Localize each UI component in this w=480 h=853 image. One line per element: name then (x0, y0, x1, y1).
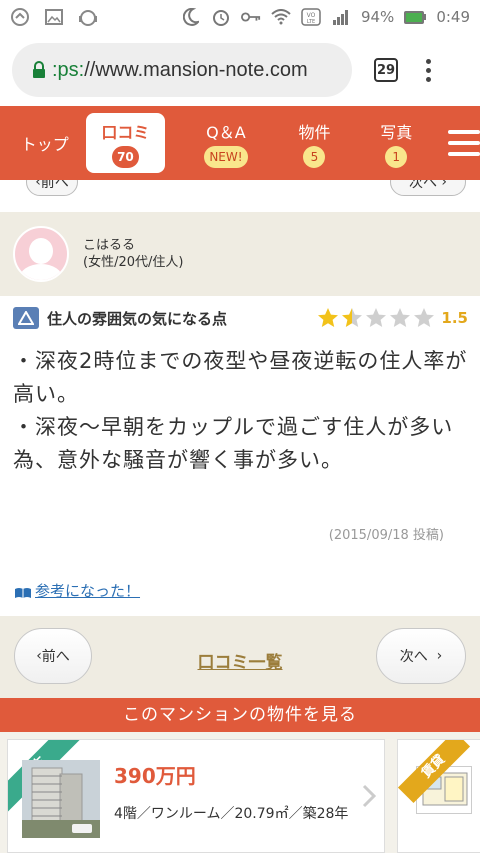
reviewer-name: こはるる (83, 238, 136, 253)
bukken-card[interactable]: 賃貸 (397, 739, 480, 853)
helpful-link[interactable]: 参考になった！ (14, 580, 140, 601)
nav-bukken[interactable]: 物件 5 (277, 113, 353, 173)
triangle-icon (13, 307, 39, 329)
avatar (13, 226, 69, 282)
post-date: (2015/09/18 投稿) (328, 528, 444, 543)
building-photo (22, 760, 100, 838)
bukken-carousel: 中古 390万円 4階／ワンルーム／20.79㎡／築28年 賃貸 (0, 732, 480, 853)
nav-reviews-label: 口コミ (101, 122, 150, 142)
svg-text:LTE: LTE (307, 19, 315, 25)
review-title: 住人の雰囲気の気になる点 (47, 309, 228, 328)
bukken-card[interactable]: 中古 390万円 4階／ワンルーム／20.79㎡／築28年 (7, 739, 385, 853)
rating-score: 1.5 (441, 309, 468, 327)
url-scheme: :ps: (52, 58, 85, 81)
star-icon (317, 307, 339, 329)
status-bar: VO LTE 94% 0:49 (0, 0, 480, 34)
top-prev-button[interactable]: ‹ 前へ (26, 180, 78, 196)
url-host: //www.mansion-note.com (84, 58, 308, 81)
signal-icon (331, 7, 351, 27)
menu-icon[interactable] (426, 58, 431, 82)
card-spec: 4階／ワンルーム／20.79㎡／築28年 (114, 806, 349, 822)
see-bukken-header: このマンションの物件を見る (0, 698, 480, 732)
review-line: ・深夜～早朝をカップルで過ごす住人が多い為、意外な騒音が響く事が多い。 (13, 415, 454, 472)
nav-photo-label: 写真 (380, 122, 413, 142)
svg-text:VO: VO (307, 12, 316, 19)
hamburger-icon[interactable] (448, 130, 480, 156)
top-next-label: 次へ (408, 180, 437, 191)
browser-toolbar: :ps://www.mansion-note.com 29 (0, 34, 480, 106)
battery-icon (404, 10, 427, 24)
nav-top-label: トップ (20, 135, 69, 154)
helpful-label: 参考になった！ (35, 582, 141, 600)
book-icon (14, 585, 32, 598)
star-icon (341, 307, 363, 329)
review-body: ・深夜2時位までの夜型や昼夜逆転の住人率が高い。 ・深夜～早朝をカップルで過ごす… (13, 345, 468, 477)
assistant-icon (78, 7, 98, 27)
top-pager: ‹ 前へ 次へ › (0, 180, 480, 212)
chevron-right-icon (362, 784, 377, 808)
star-icon (389, 307, 411, 329)
star-icon (413, 307, 435, 329)
next-label: 次へ (399, 649, 428, 665)
star-icon (365, 307, 387, 329)
reviewer-header: こはるる (女性/20代/住人) (0, 212, 480, 296)
image-icon (44, 7, 64, 27)
nav-top[interactable]: トップ (0, 113, 90, 173)
nav-photo[interactable]: 写真 1 (352, 113, 440, 173)
wifi-icon (271, 7, 291, 27)
next-button[interactable]: 次へ › (376, 628, 466, 684)
review-line: ・深夜2時位までの夜型や昼夜逆転の住人率が高い。 (13, 349, 468, 406)
reviews-count-badge: 70 (112, 145, 139, 168)
battery-percent: 94% (360, 8, 395, 26)
photo-count-badge: 1 (385, 145, 408, 168)
top-prev-label: 前へ (40, 180, 69, 191)
top-next-button[interactable]: 次へ › (390, 180, 466, 196)
site-nav: トップ 口コミ 70 Q＆A NEW! 物件 5 写真 1 (0, 106, 480, 180)
rating-row: 住人の雰囲気の気になる点 1.5 (0, 300, 480, 336)
review-pager: ‹ 前へ 口コミ一覧 次へ › (0, 616, 480, 698)
nav-bukken-label: 物件 (298, 122, 331, 142)
bukken-count-badge: 5 (303, 145, 326, 168)
key-icon (240, 7, 261, 27)
moon-icon (181, 7, 201, 27)
url-field[interactable]: :ps://www.mansion-note.com (12, 43, 352, 97)
volte-icon: VO LTE (301, 7, 321, 27)
star-rating (317, 307, 435, 329)
chevron-right-icon: › (427, 648, 443, 664)
lock-icon (32, 61, 46, 79)
tab-switcher-button[interactable]: 29 (374, 58, 398, 82)
nav-qa[interactable]: Q＆A NEW! (175, 113, 276, 173)
nav-reviews[interactable]: 口コミ 70 (85, 113, 166, 173)
alarm-icon (211, 7, 231, 27)
qa-new-badge: NEW! (204, 145, 248, 168)
reviewer-profile: (女性/20代/住人) (83, 255, 184, 270)
sync-icon (10, 7, 30, 27)
clock: 0:49 (436, 8, 470, 26)
card-price: 390万円 (114, 764, 196, 788)
nav-qa-label: Q＆A (206, 122, 246, 142)
